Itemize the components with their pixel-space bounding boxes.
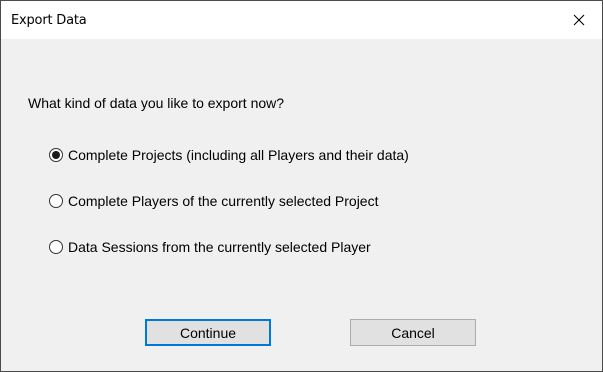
radio-complete-projects[interactable]: [49, 148, 63, 162]
option-label: Data Sessions from the currently selecte…: [68, 239, 371, 255]
cancel-button[interactable]: Cancel: [350, 319, 476, 346]
dialog-content: What kind of data you like to export now…: [1, 39, 602, 371]
window-title: Export Data: [11, 13, 87, 28]
question-label: What kind of data you like to export now…: [28, 95, 285, 111]
option-label: Complete Players of the currently select…: [68, 193, 379, 209]
option-label: Complete Projects (including all Players…: [68, 147, 409, 163]
close-icon: [573, 14, 585, 26]
title-bar[interactable]: Export Data: [1, 1, 602, 39]
close-button[interactable]: [556, 1, 602, 39]
option-complete-projects[interactable]: Complete Projects (including all Players…: [49, 147, 409, 163]
radio-complete-players[interactable]: [49, 194, 63, 208]
option-complete-players[interactable]: Complete Players of the currently select…: [49, 193, 378, 209]
option-data-sessions[interactable]: Data Sessions from the currently selecte…: [49, 239, 371, 255]
radio-data-sessions[interactable]: [49, 240, 63, 254]
continue-button[interactable]: Continue: [145, 319, 271, 346]
export-data-dialog: Export Data What kind of data you like t…: [0, 0, 603, 372]
